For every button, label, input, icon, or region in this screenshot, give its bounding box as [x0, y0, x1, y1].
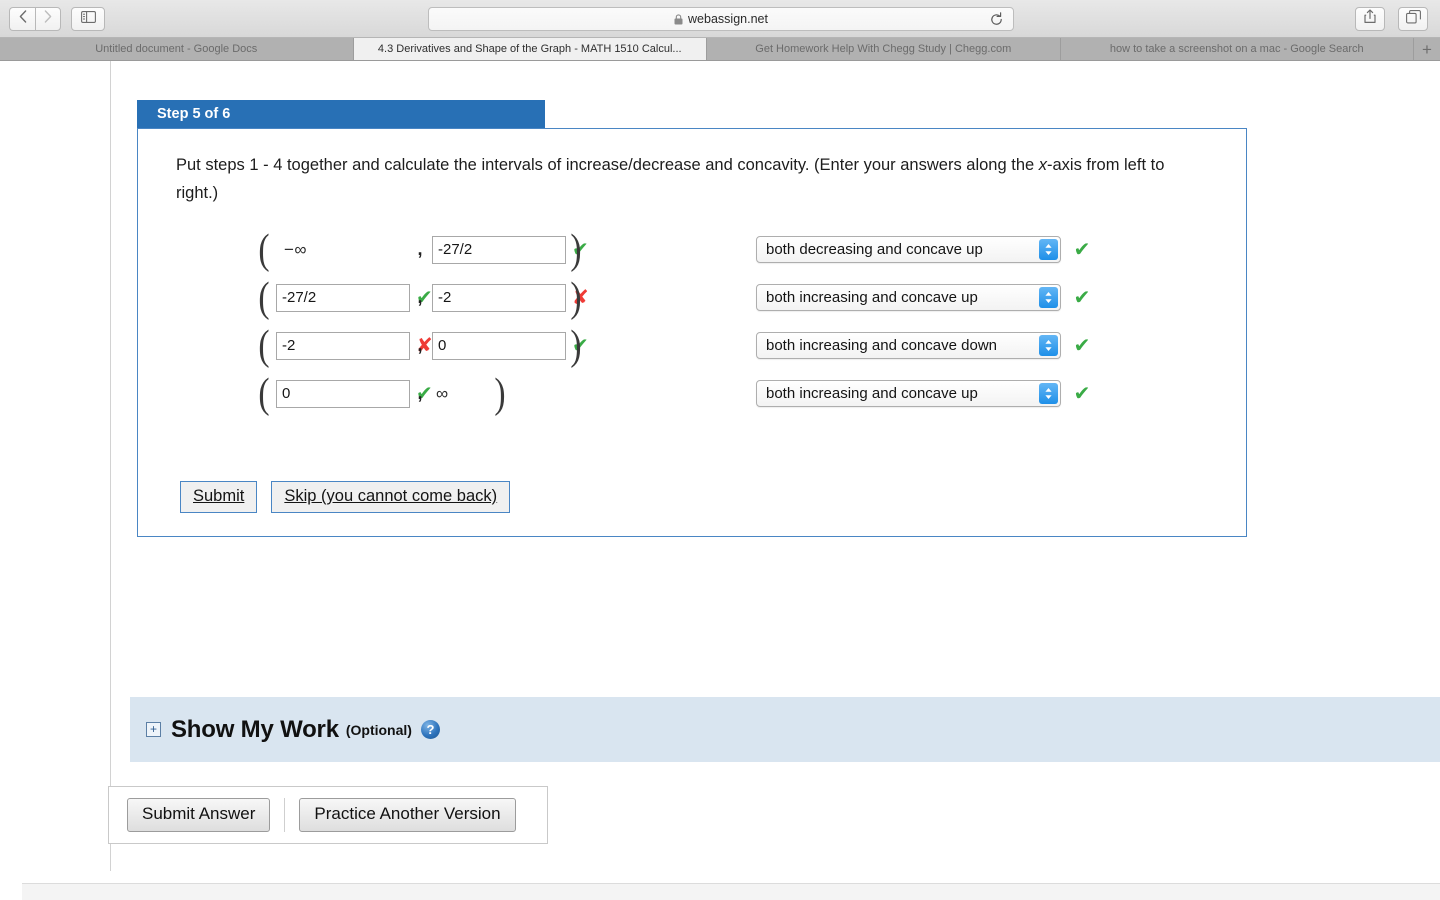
help-icon[interactable]: ?	[420, 720, 440, 739]
step-actions: Submit Skip (you cannot come back)	[180, 481, 511, 513]
chevron-updown-icon	[1039, 287, 1058, 309]
behavior-select-mark: ✔	[1073, 286, 1091, 309]
interval-left-input[interactable]	[276, 379, 410, 408]
share-button[interactable]	[1355, 7, 1385, 31]
behavior-select-mark: ✔	[1073, 334, 1091, 357]
interval-right-input[interactable]	[432, 283, 566, 312]
skip-step-button[interactable]: Skip (you cannot come back)	[271, 481, 511, 513]
new-tab-button[interactable]: +	[1414, 38, 1440, 60]
interval-comma: ,	[417, 335, 423, 356]
interval-left-input[interactable]	[276, 283, 410, 312]
show-all-tabs-button[interactable]	[1398, 7, 1428, 31]
interval-left-slot: ✘	[276, 331, 433, 360]
tab-bar: Untitled document - Google Docs 4.3 Deri…	[0, 38, 1440, 61]
browser-tab-2[interactable]: Get Homework Help With Chegg Study | Che…	[707, 38, 1061, 60]
browser-tab-0[interactable]: Untitled document - Google Docs	[0, 38, 354, 60]
interval-left-static-value: −∞	[284, 239, 308, 259]
back-button[interactable]	[9, 7, 35, 31]
interval-left-slot: ✔	[276, 283, 433, 312]
browser-tab-3[interactable]: how to take a screenshot on a mac - Goog…	[1061, 38, 1414, 60]
interval-right-slot: ✘	[432, 283, 589, 312]
address-bar-text: webassign.net	[688, 12, 768, 26]
chevron-updown-icon	[1039, 335, 1058, 357]
chevron-left-icon	[19, 10, 27, 28]
behavior-select-wrap: both increasing and concave up ✔	[756, 284, 1097, 312]
question-text-part1: Put steps 1 - 4 together and calculate t…	[176, 156, 1039, 174]
question-axis-variable: x	[1038, 156, 1048, 174]
behavior-select[interactable]: both increasing and concave up	[756, 380, 1061, 408]
interval-comma: ,	[417, 383, 423, 404]
chevron-updown-icon	[1039, 239, 1058, 261]
submit-step-button[interactable]: Submit	[180, 481, 258, 513]
interval-right-input[interactable]	[432, 235, 566, 264]
interval-right-slot: ✔	[432, 235, 589, 264]
behavior-select[interactable]: both increasing and concave up	[756, 284, 1061, 312]
behavior-select-wrap: both decreasing and concave up ✔	[756, 236, 1097, 264]
address-bar[interactable]: webassign.net	[428, 7, 1014, 31]
practice-another-version-button[interactable]: Practice Another Version	[299, 798, 516, 832]
button-divider	[284, 798, 286, 832]
interval-comma: ,	[417, 239, 423, 260]
chevron-updown-icon	[1039, 383, 1058, 405]
interval-answer-grid: ( −∞ , ✔ ) both decreasing and concave u…	[176, 226, 1222, 418]
show-all-tabs-icon	[1405, 9, 1421, 29]
answer-submit-panel: Submit Answer Practice Another Version	[108, 786, 548, 844]
interval-left-slot: −∞	[276, 240, 412, 260]
interval-right-slot: ∞	[432, 384, 492, 404]
interval-row: ( ✔ , ∞ ) both increasing and concave up	[176, 370, 1222, 418]
behavior-select-value: both increasing and concave down	[766, 337, 997, 355]
reload-icon[interactable]	[989, 12, 1004, 30]
step-body: Put steps 1 - 4 together and calculate t…	[137, 128, 1247, 537]
behavior-select-value: both increasing and concave up	[766, 385, 978, 403]
behavior-select-mark: ✔	[1073, 238, 1091, 261]
interval-right-slot: ✔	[432, 331, 589, 360]
question-prompt: Put steps 1 - 4 together and calculate t…	[176, 151, 1191, 208]
interval-row: ( −∞ , ✔ ) both decreasing and concave u…	[176, 226, 1222, 274]
behavior-select-value: both increasing and concave up	[766, 289, 978, 307]
interval-row: ( ✘ , ✔ ) both increasing and concave do…	[176, 322, 1222, 370]
forward-button[interactable]	[35, 7, 61, 31]
browser-toolbar: webassign.net	[0, 0, 1440, 38]
show-my-work-bar[interactable]: + Show My Work (Optional) ?	[130, 697, 1440, 762]
lock-icon	[674, 13, 683, 25]
show-my-work-title: Show My Work	[171, 715, 339, 743]
interval-comma: ,	[417, 287, 423, 308]
behavior-select-mark: ✔	[1073, 382, 1091, 405]
submit-answer-button[interactable]: Submit Answer	[127, 798, 271, 832]
interval-right-static-value: ∞	[436, 383, 449, 403]
browser-tab-1[interactable]: 4.3 Derivatives and Shape of the Graph -…	[353, 38, 707, 60]
behavior-select[interactable]: both decreasing and concave up	[756, 236, 1061, 264]
content-left-divider	[110, 61, 111, 871]
interval-right-input[interactable]	[432, 331, 566, 360]
behavior-select-value: both decreasing and concave up	[766, 241, 983, 259]
sidebar-toggle-button[interactable]	[71, 7, 105, 31]
chevron-right-icon	[44, 10, 52, 28]
behavior-select-wrap: both increasing and concave down ✔	[756, 332, 1097, 360]
behavior-select[interactable]: both increasing and concave down	[756, 332, 1061, 360]
step-header: Step 5 of 6	[137, 100, 545, 128]
behavior-select-wrap: both increasing and concave up ✔	[756, 380, 1097, 408]
page-footer-strip	[22, 883, 1440, 900]
interval-left-slot: ✔	[276, 379, 433, 408]
show-my-work-optional-label: (Optional)	[345, 721, 412, 738]
interval-row: ( ✔ , ✘ ) both increasing and concave up	[176, 274, 1222, 322]
expand-plus-icon[interactable]: +	[146, 722, 161, 737]
interval-left-input[interactable]	[276, 331, 410, 360]
share-icon	[1364, 9, 1376, 29]
page-content: Step 5 of 6 Put steps 1 - 4 together and…	[0, 61, 1440, 900]
sidebar-toggle-icon	[80, 10, 96, 28]
question-step-card: Step 5 of 6 Put steps 1 - 4 together and…	[137, 100, 1247, 537]
